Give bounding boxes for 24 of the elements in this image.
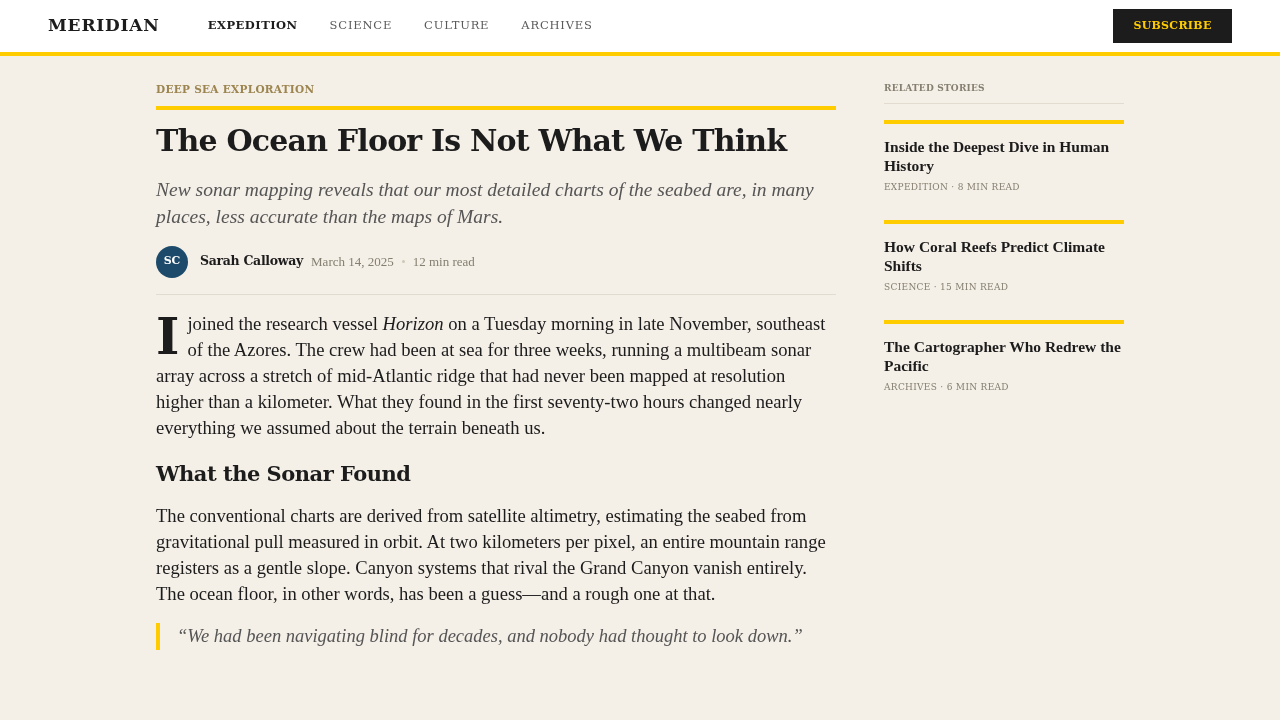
story-meta: SCIENCE · 15 MIN READ xyxy=(884,281,1010,293)
separator-dot-icon xyxy=(401,260,405,263)
story-link[interactable]: The Cartographer Who Redrew the Pacific xyxy=(884,337,1124,375)
subscribe-button[interactable]: SUBSCRIBE xyxy=(1113,9,1232,43)
story-meta: ARCHIVES · 6 MIN READ xyxy=(884,381,1010,393)
body-paragraph: The conventional charts are derived from satellite altimetry, estimating the seabed from gravitational pull measured in orbit. At two kilometers per pixel, an entire mountain range registers as a gentle slope. Canyon systems that rival the Grand Canyon vanish entirely. The ocean floor, in other words, has been a guess—and a rough one at that. xyxy=(156,503,827,606)
pull-quote: “We had been navigating blind for decades, and nobody had thought to look down.” xyxy=(156,622,836,650)
nav-link[interactable]: ARCHIVES xyxy=(521,17,593,35)
category-label: DEEP SEA EXPLORATION xyxy=(156,82,316,96)
nav-link[interactable]: EXPEDITION xyxy=(207,17,298,35)
sidebar-heading: RELATED STORIES xyxy=(884,82,1124,104)
author-avatar: SC xyxy=(156,245,188,278)
logo[interactable]: MERIDIAN xyxy=(48,13,160,39)
nav-link[interactable]: CULTURE xyxy=(424,17,490,35)
story-link[interactable]: Inside the Deepest Dive in Human History xyxy=(884,137,1124,175)
story-link[interactable]: How Coral Reefs Predict Climate Shifts xyxy=(884,237,1124,275)
publish-date: March 14, 2025 xyxy=(311,252,394,271)
story-meta: EXPEDITION · 8 MIN READ xyxy=(884,181,1021,193)
nav-link[interactable]: SCIENCE xyxy=(329,17,393,35)
section-heading: What the Sonar Found xyxy=(156,459,412,488)
article-title: The Ocean Floor Is Not What We Think xyxy=(156,122,789,160)
read-time: 12 min read xyxy=(412,252,475,271)
article-subtitle: New sonar mapping reveals that our most detailed charts of the seabed are, in many places, less accurate than the maps of Mars. xyxy=(156,177,815,229)
author-name: Sarah Calloway xyxy=(200,252,304,271)
